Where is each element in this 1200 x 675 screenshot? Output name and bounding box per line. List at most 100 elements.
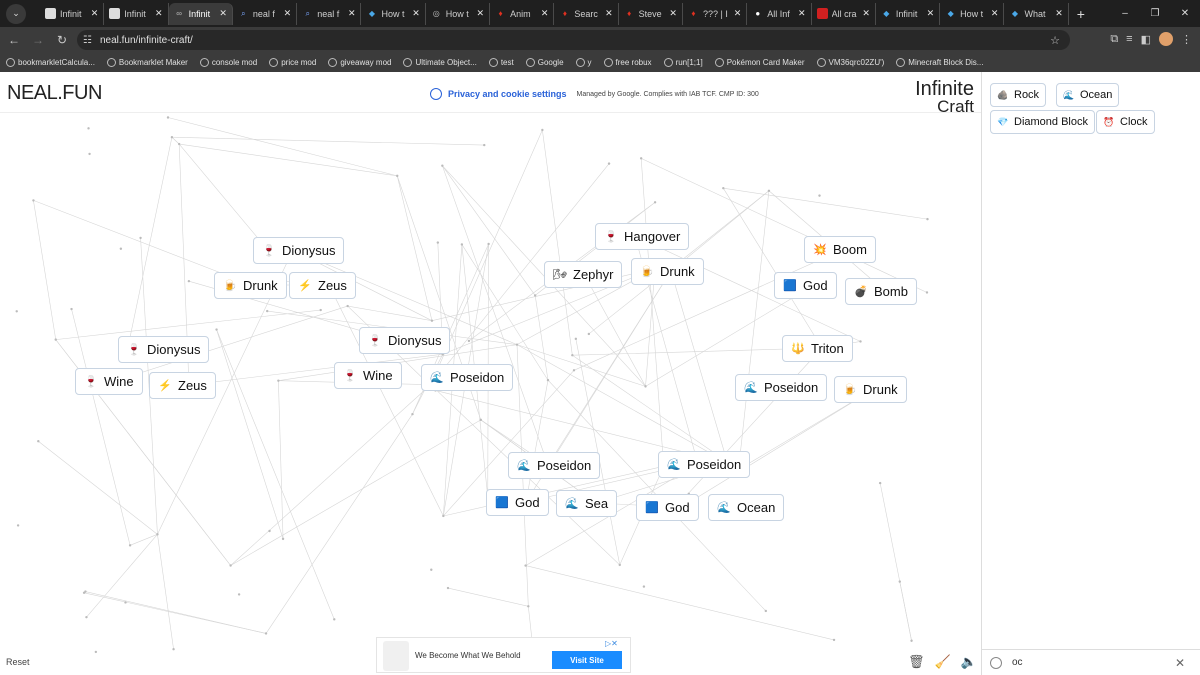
trash-icon[interactable]: 🗑: [908, 654, 925, 670]
sidepanel-icon[interactable]: ◧: [1141, 33, 1151, 46]
reload-icon[interactable]: ↻: [50, 33, 74, 47]
ad-banner[interactable]: We Become What We Behold Visit Site ▷✕: [376, 637, 631, 673]
bookmark-star-icon[interactable]: ☆: [1050, 34, 1060, 47]
browser-tab[interactable]: ◎ How t ✕: [426, 2, 491, 25]
ad-image[interactable]: [383, 641, 409, 671]
back-icon[interactable]: ←: [2, 33, 26, 47]
canvas-item[interactable]: 🍷 Dionysus: [118, 336, 210, 363]
profile-avatar[interactable]: [1159, 32, 1173, 46]
canvas-item[interactable]: 🌊 Sea: [556, 490, 618, 517]
forward-icon[interactable]: →: [26, 33, 50, 47]
minimize-icon[interactable]: –: [1110, 8, 1140, 19]
clear-search-icon[interactable]: ✕: [1175, 656, 1185, 670]
site-info-icon[interactable]: ☷: [83, 35, 92, 46]
tab-close-icon[interactable]: ✕: [862, 8, 870, 19]
extensions-icon[interactable]: ⧉: [1110, 33, 1118, 46]
browser-tab[interactable]: ♦ ??? | I ✕: [683, 2, 748, 25]
browser-tab[interactable]: ◆ How t ✕: [940, 2, 1005, 25]
tab-close-icon[interactable]: ✕: [927, 8, 935, 19]
broom-icon[interactable]: 🧹: [935, 654, 951, 670]
media-icon[interactable]: ≡: [1126, 33, 1132, 45]
ad-visit-button[interactable]: Visit Site: [552, 651, 622, 669]
browser-tab[interactable]: ⌕ neal f ✕: [297, 2, 362, 25]
browser-tab[interactable]: ♦ Searc ✕: [554, 2, 619, 25]
browser-tab[interactable]: ♦ Steve ✕: [619, 2, 683, 25]
sidebar-item[interactable]: ⏰ Clock: [1096, 110, 1155, 134]
tab-close-icon[interactable]: ✕: [477, 8, 485, 19]
canvas-item[interactable]: 🍷 Wine: [334, 362, 402, 389]
bookmark-item[interactable]: run[1;1]: [663, 58, 703, 67]
tab-close-icon[interactable]: ✕: [284, 8, 292, 19]
canvas-item[interactable]: 🍷 Wine: [75, 368, 143, 395]
browser-tab[interactable]: Infinit ✕: [40, 2, 105, 25]
browser-tab[interactable]: All cra ✕: [812, 2, 876, 25]
craft-canvas[interactable]: NEAL.FUN Privacy and cookie settings Man…: [0, 72, 981, 675]
canvas-item[interactable]: 🌬 Zephyr: [544, 261, 623, 288]
canvas-item[interactable]: 🟦 God: [486, 489, 549, 516]
tab-close-icon[interactable]: ✕: [991, 8, 999, 19]
sidebar-item[interactable]: 🪨 Rock: [990, 83, 1047, 107]
canvas-item[interactable]: 🔱 Triton: [782, 335, 853, 362]
reset-button[interactable]: Reset: [6, 657, 30, 667]
bookmark-item[interactable]: Google: [525, 58, 564, 67]
sidebar-item[interactable]: 💎 Diamond Block: [990, 110, 1095, 134]
bookmark-item[interactable]: price mod: [269, 58, 316, 67]
bookmark-item[interactable]: bookmarkletCalcula...: [6, 58, 95, 67]
tab-close-icon[interactable]: ✕: [348, 8, 356, 19]
restore-icon[interactable]: ❐: [1140, 8, 1170, 19]
tab-close-icon[interactable]: ✕: [669, 8, 677, 19]
canvas-item[interactable]: ⚡ Zeus: [149, 372, 216, 399]
site-logo[interactable]: NEAL.FUN: [7, 82, 102, 105]
sidebar-item[interactable]: 🌊 Ocean: [1056, 83, 1120, 107]
canvas-item[interactable]: 🍷 Dionysus: [359, 327, 451, 354]
ad-text[interactable]: We Become What We Behold: [415, 651, 521, 660]
tab-close-icon[interactable]: ✕: [155, 8, 163, 19]
canvas-item[interactable]: 🍺 Drunk: [834, 376, 907, 403]
browser-tab[interactable]: ♦ Anim ✕: [490, 2, 555, 25]
canvas-item[interactable]: 🟦 God: [636, 494, 699, 521]
canvas-item[interactable]: 🍺 Drunk: [631, 258, 704, 285]
canvas-item[interactable]: 💥 Boom: [804, 236, 876, 263]
privacy-settings-link[interactable]: Privacy and cookie settings: [448, 89, 567, 99]
canvas-item[interactable]: 🌊 Poseidon: [658, 451, 751, 478]
bookmark-item[interactable]: VM36qrc02ZU'): [816, 58, 884, 67]
tab-close-icon[interactable]: ✕: [1055, 8, 1063, 19]
bookmark-item[interactable]: Pokémon Card Maker: [714, 58, 805, 67]
tab-close-icon[interactable]: ✕: [91, 8, 99, 19]
browser-tab[interactable]: ⌕ neal f ✕: [233, 2, 298, 25]
bookmark-item[interactable]: test: [488, 58, 514, 67]
search-input[interactable]: [1012, 657, 1172, 668]
browser-tab[interactable]: ∞ Infinit ✕: [168, 2, 233, 25]
tab-close-icon[interactable]: ✕: [541, 8, 549, 19]
browser-tab[interactable]: ● All Inf ✕: [747, 2, 812, 25]
canvas-item[interactable]: 💣 Bomb: [845, 278, 917, 305]
browser-tab[interactable]: Infinit ✕: [104, 2, 169, 25]
bookmark-item[interactable]: y: [575, 58, 592, 67]
bookmark-item[interactable]: Ultimate Object...: [403, 58, 477, 67]
omnibox[interactable]: ☷ neal.fun/infinite-craft/ ☆: [77, 30, 1070, 50]
bookmark-item[interactable]: Minecraft Block Dis...: [896, 58, 983, 67]
menu-icon[interactable]: ⋮: [1181, 33, 1192, 46]
tab-close-icon[interactable]: ✕: [412, 8, 420, 19]
canvas-item[interactable]: 🍷 Hangover: [595, 223, 690, 250]
sound-icon[interactable]: 🔈: [961, 654, 977, 670]
canvas-item[interactable]: ⚡ Zeus: [289, 272, 356, 299]
canvas-item[interactable]: 🌊 Poseidon: [421, 364, 514, 391]
bookmark-item[interactable]: console mod: [199, 58, 257, 67]
bookmark-item[interactable]: Bookmarklet Maker: [106, 58, 188, 67]
canvas-item[interactable]: 🌊 Poseidon: [508, 452, 601, 479]
browser-tab[interactable]: ◆ Infinit ✕: [876, 2, 941, 25]
close-window-icon[interactable]: ✕: [1170, 8, 1200, 19]
bookmark-item[interactable]: giveaway mod: [328, 58, 391, 67]
canvas-item[interactable]: 🌊 Poseidon: [735, 374, 828, 401]
bookmark-item[interactable]: free robux: [603, 58, 652, 67]
canvas-item[interactable]: 🌊 Ocean: [708, 494, 785, 521]
canvas-item[interactable]: 🍺 Drunk: [214, 272, 287, 299]
tab-close-icon[interactable]: ✕: [798, 8, 806, 19]
tab-close-icon[interactable]: ✕: [734, 8, 742, 19]
new-tab-button[interactable]: +: [1077, 6, 1085, 22]
canvas-item[interactable]: 🍷 Dionysus: [253, 237, 345, 264]
browser-tab[interactable]: ◆ How t ✕: [361, 2, 426, 25]
tab-search-dropdown-icon[interactable]: ⌄: [6, 3, 26, 24]
adchoices-icon[interactable]: ▷✕: [605, 639, 618, 648]
